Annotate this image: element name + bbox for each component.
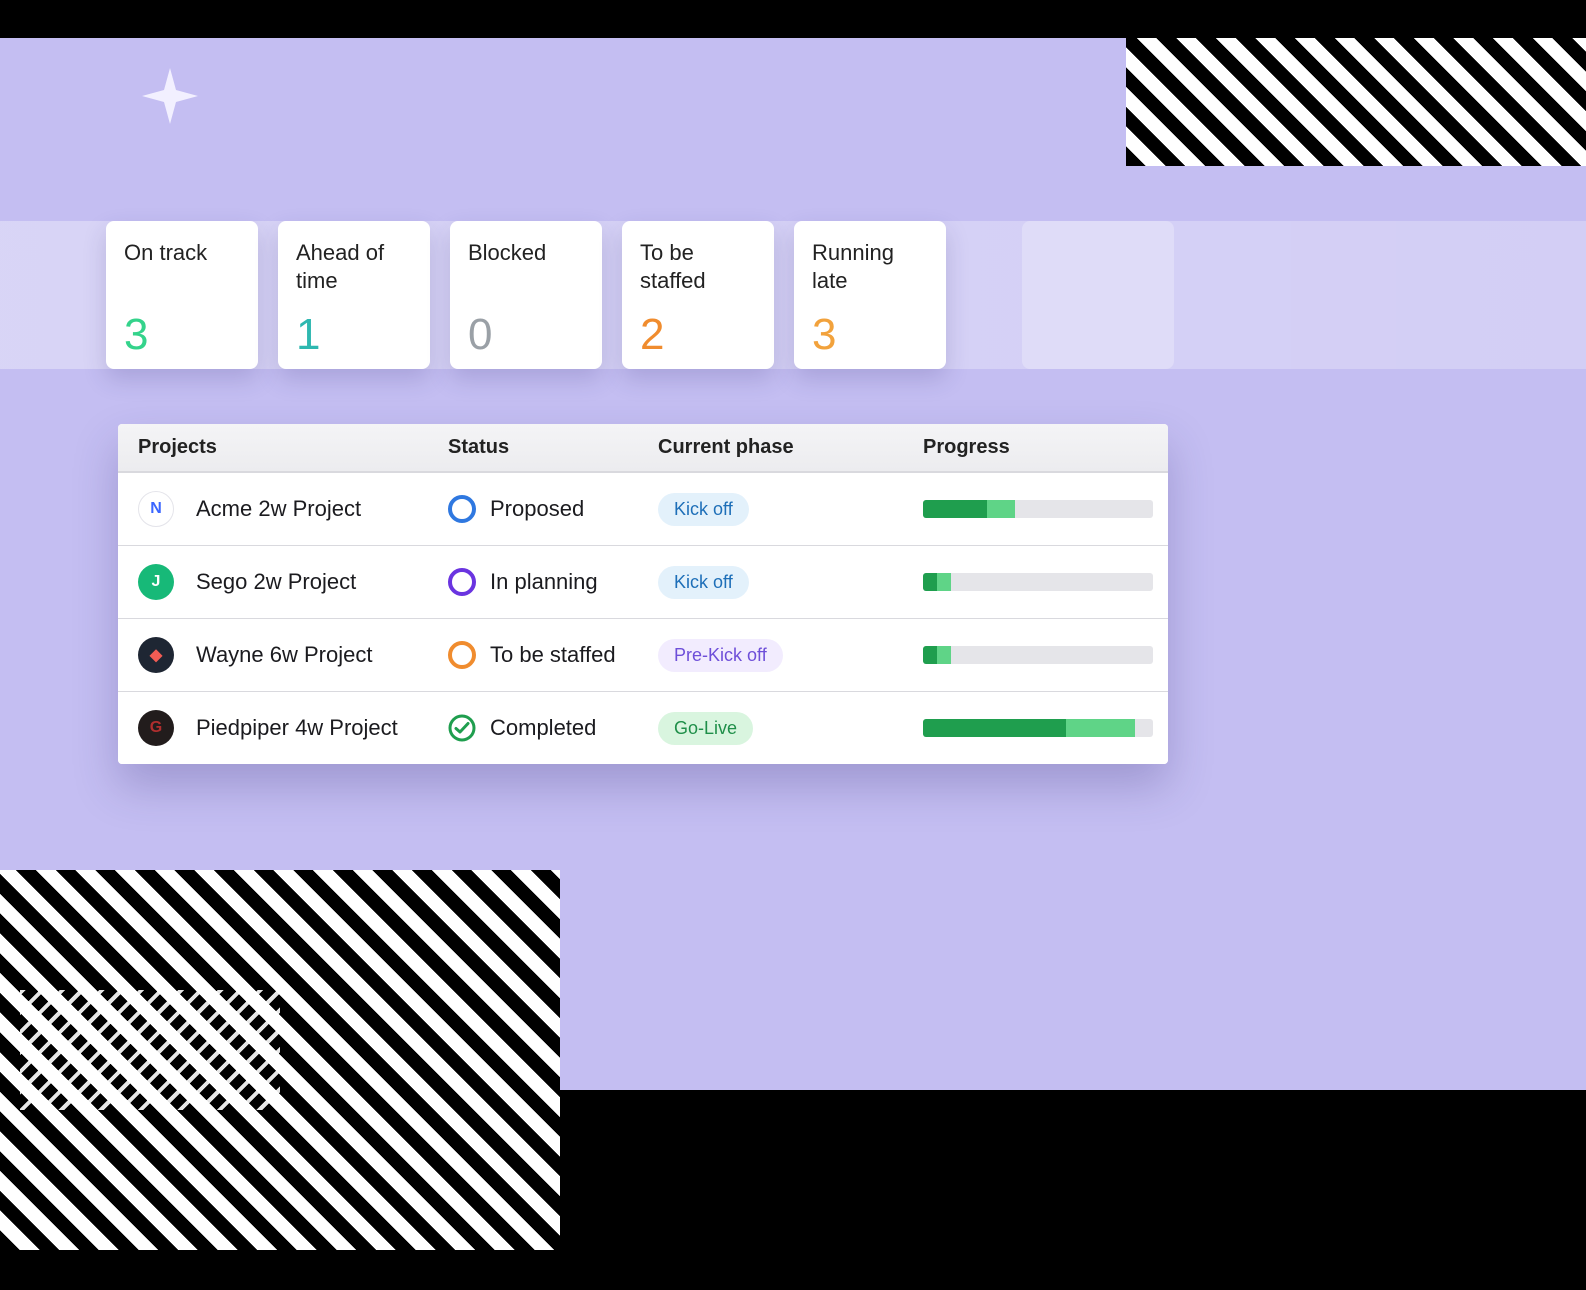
dashboard-canvas: On track 3 Ahead of time 1 Blocked 0 To … [0, 38, 1586, 1090]
status-ring-icon [448, 495, 476, 523]
col-phase: Current phase [658, 436, 923, 459]
table-header: Projects Status Current phase Progress [118, 424, 1168, 472]
summary-card-staffed[interactable]: To be staffed 2 [622, 221, 774, 369]
status-ring-icon [448, 641, 476, 669]
project-logo-icon: J [138, 564, 174, 600]
status-ring-icon [448, 568, 476, 596]
progress-segment-dark [923, 719, 1066, 737]
summary-cards-row: On track 3 Ahead of time 1 Blocked 0 To … [106, 221, 1174, 369]
status-label: Proposed [490, 496, 584, 522]
table-row[interactable]: ◆ Wayne 6w Project To be staffed Pre-Kic… [118, 618, 1168, 691]
status-label: To be staffed [490, 642, 616, 668]
progress-bar [923, 500, 1153, 518]
phase-pill: Pre-Kick off [658, 639, 783, 672]
project-logo-icon: ◆ [138, 637, 174, 673]
progress-segment-dark [923, 573, 937, 591]
progress-bar [923, 646, 1153, 664]
summary-card-placeholder [1022, 221, 1174, 369]
table-row[interactable]: N Acme 2w Project Proposed Kick off [118, 472, 1168, 545]
sparkle-icon [142, 68, 198, 124]
project-name: Acme 2w Project [196, 496, 361, 522]
progress-segment-light [937, 646, 951, 664]
progress-segment-dark [923, 646, 937, 664]
projects-table: Projects Status Current phase Progress N… [118, 424, 1168, 764]
phase-pill: Go-Live [658, 712, 753, 745]
summary-card-label: To be staffed [640, 239, 756, 294]
progress-bar [923, 719, 1153, 737]
status-label: Completed [490, 715, 596, 741]
summary-card-label: Blocked [468, 239, 584, 267]
summary-card-count: 3 [812, 313, 928, 357]
project-name: Wayne 6w Project [196, 642, 372, 668]
summary-card-label: On track [124, 239, 240, 267]
summary-card-late[interactable]: Running late 3 [794, 221, 946, 369]
phase-pill: Kick off [658, 566, 749, 599]
summary-card-ahead[interactable]: Ahead of time 1 [278, 221, 430, 369]
summary-card-on-track[interactable]: On track 3 [106, 221, 258, 369]
summary-card-count: 1 [296, 313, 412, 357]
progress-segment-light [987, 500, 1015, 518]
project-name: Sego 2w Project [196, 569, 356, 595]
col-progress: Progress [923, 436, 1148, 459]
phase-pill: Kick off [658, 493, 749, 526]
summary-card-label: Ahead of time [296, 239, 412, 294]
decorative-bar-top [0, 0, 1586, 38]
progress-segment-light [1066, 719, 1135, 737]
table-row[interactable]: J Sego 2w Project In planning Kick off [118, 545, 1168, 618]
col-projects: Projects [138, 436, 448, 459]
col-status: Status [448, 436, 658, 459]
project-name: Piedpiper 4w Project [196, 715, 398, 741]
progress-segment-dark [923, 500, 987, 518]
summary-card-blocked[interactable]: Blocked 0 [450, 221, 602, 369]
decorative-hatch-bottom-left [20, 990, 280, 1110]
summary-card-count: 2 [640, 313, 756, 357]
status-label: In planning [490, 569, 598, 595]
summary-card-label: Running late [812, 239, 928, 294]
progress-segment-light [937, 573, 951, 591]
status-check-icon [448, 714, 476, 742]
summary-card-count: 3 [124, 313, 240, 357]
project-logo-icon: N [138, 491, 174, 527]
progress-bar [923, 573, 1153, 591]
summary-card-count: 0 [468, 313, 584, 357]
table-row[interactable]: G Piedpiper 4w Project Completed Go-Live [118, 691, 1168, 764]
project-logo-icon: G [138, 710, 174, 746]
decorative-pattern-top-right [1126, 16, 1586, 166]
